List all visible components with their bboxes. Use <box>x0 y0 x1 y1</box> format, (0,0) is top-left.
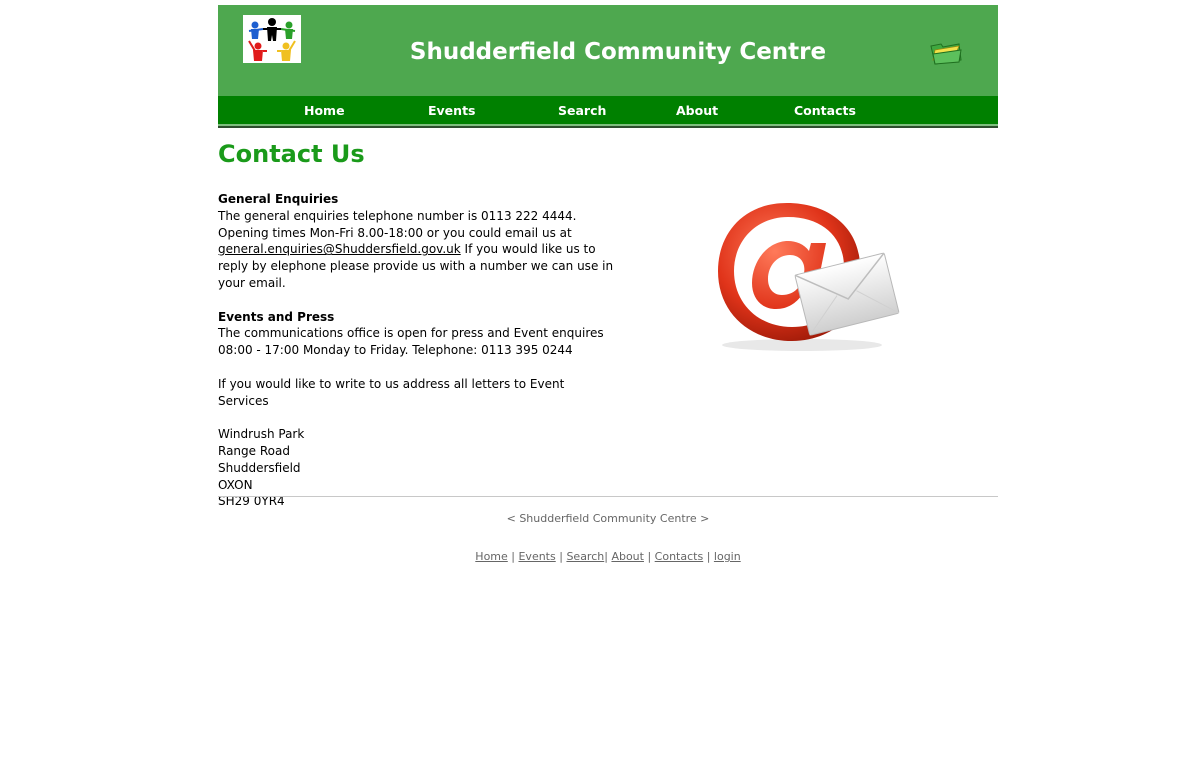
general-enquiries-heading: General Enquiries <box>218 192 339 206</box>
address-line-4: OXON <box>218 477 253 492</box>
address-line-3: Shuddersfield <box>218 460 301 475</box>
reply-text-3: your email. <box>218 275 286 290</box>
page-container: Shudderfield Community Centre Home Event… <box>218 5 998 563</box>
folder-icon[interactable] <box>929 38 963 66</box>
events-press-heading: Events and Press <box>218 309 335 324</box>
footer-divider <box>218 496 998 497</box>
nav-contacts[interactable]: Contacts <box>794 103 856 118</box>
address-line-1: Windrush Park <box>218 427 305 442</box>
footer-link-about[interactable]: About <box>611 550 644 563</box>
nav-home[interactable]: Home <box>304 103 345 118</box>
nav-events[interactable]: Events <box>428 103 475 118</box>
page-title: Contact Us <box>218 140 365 168</box>
email-link[interactable]: general.enquiries@Shuddersfield.gov.uk <box>218 242 461 256</box>
header-banner: Shudderfield Community Centre <box>218 5 998 96</box>
reply-text: If you would like us to <box>460 242 596 257</box>
footer-site-name: < Shudderfield Community Centre > <box>506 512 710 525</box>
address-line-2: Range Road <box>218 443 290 458</box>
footer-links: Home | Events | Search| About | Contacts… <box>475 550 741 563</box>
press-hours-text: 08:00 - 17:00 Monday to Friday. Telephon… <box>218 343 573 358</box>
nav-divider-dark <box>218 126 998 128</box>
contact-content: General Enquiries The general enquiries … <box>218 191 618 510</box>
opening-times-text: Opening times Mon-Fri 8.00-18:00 or you … <box>218 225 572 240</box>
footer-link-events[interactable]: Events <box>518 550 555 563</box>
footer-link-search[interactable]: Search <box>566 550 604 563</box>
footer-link-login[interactable]: login <box>714 550 741 563</box>
footer-link-contacts[interactable]: Contacts <box>655 550 704 563</box>
write-to-us-text: If you would like to write to us address… <box>218 376 565 408</box>
email-line: general.enquiries@Shuddersfield.gov.uk I… <box>218 241 618 258</box>
nav-search[interactable]: Search <box>558 103 606 118</box>
nav-about[interactable]: About <box>676 103 718 118</box>
general-phone-text: The general enquiries telephone number i… <box>218 208 577 223</box>
site-title: Shudderfield Community Centre <box>409 39 827 65</box>
main-nav: Home Events Search About Contacts <box>218 96 998 124</box>
reply-text-2: reply by elephone please provide us with… <box>218 259 614 274</box>
email-at-envelope-icon <box>712 195 902 355</box>
press-office-text: The communications office is open for pr… <box>218 326 604 341</box>
footer-link-home[interactable]: Home <box>475 550 507 563</box>
